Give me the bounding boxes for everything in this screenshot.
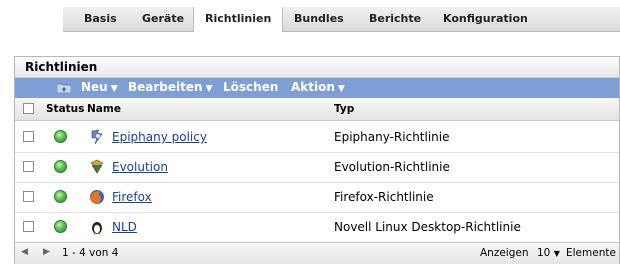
edit-button[interactable]: Bearbeiten ▼ [128, 80, 212, 94]
row-checkbox[interactable] [23, 161, 34, 172]
show-label: Anzeigen [480, 247, 529, 259]
column-type[interactable]: Typ [334, 103, 354, 115]
previous-page-icon[interactable]: ◀ [19, 247, 30, 258]
tab-bundles[interactable]: Bundles [283, 7, 355, 31]
policy-type: Novell Linux Desktop-Richtlinie [334, 220, 521, 234]
policy-type: Epiphany-Richtlinie [334, 130, 450, 144]
policy-name-link[interactable]: Evolution [112, 160, 168, 174]
new-button[interactable]: Neu ▼ [81, 80, 118, 94]
penguin-icon [92, 222, 102, 235]
policy-name-link[interactable]: Epiphany policy [112, 130, 207, 144]
page-size-value: 10 [537, 247, 551, 259]
policy-name-link[interactable]: Firefox [112, 190, 152, 204]
action-button[interactable]: Aktion ▼ [291, 80, 345, 94]
delete-button[interactable]: Löschen [223, 80, 278, 94]
items-unit-label: Elemente [566, 247, 616, 259]
table-row[interactable]: NLD Novell Linux Desktop-Richtlinie [15, 212, 619, 243]
chevron-down-icon: ▼ [553, 249, 560, 258]
next-page-icon[interactable]: ▶ [41, 247, 52, 258]
status-ok-icon [54, 130, 67, 143]
folder-up-icon[interactable] [57, 82, 71, 93]
table-row[interactable]: Firefox Firefox-Richtlinie [15, 182, 619, 213]
action-button-label: Aktion [291, 80, 335, 94]
new-button-label: Neu [81, 80, 108, 94]
panel-title: Richtlinien [25, 60, 98, 74]
select-all-checkbox[interactable] [23, 103, 34, 114]
status-ok-icon [54, 160, 67, 173]
column-name[interactable]: Name [87, 103, 121, 115]
status-ok-icon [54, 190, 67, 203]
column-status[interactable]: Status [46, 103, 84, 115]
panel-header: Richtlinien [15, 57, 619, 78]
chevron-down-icon: ▼ [337, 84, 345, 94]
chevron-down-icon: ▼ [110, 84, 118, 94]
row-checkbox[interactable] [23, 221, 34, 232]
main-tab-bar: Basis Geräte Richtlinien Bundles Bericht… [63, 7, 620, 32]
policy-type: Firefox-Richtlinie [334, 190, 434, 204]
edit-button-label: Bearbeiten [128, 80, 203, 94]
toolbar: Neu ▼ Bearbeiten ▼ Löschen Aktion ▼ [15, 78, 619, 98]
item-range: 1 - 4 von 4 [62, 247, 119, 259]
table-header: Status Name Typ [15, 98, 619, 121]
tab-basis[interactable]: Basis [73, 7, 128, 31]
epiphany-icon [91, 129, 103, 145]
tab-konfiguration[interactable]: Konfiguration [432, 7, 539, 31]
policy-type: Evolution-Richtlinie [334, 160, 450, 174]
row-checkbox[interactable] [23, 131, 34, 142]
page-size-select[interactable]: 10 ▼ [537, 247, 560, 259]
tab-geraete[interactable]: Geräte [131, 7, 195, 31]
policies-panel: Richtlinien Neu ▼ Bearbeiten ▼ Löschen Akt… [14, 56, 620, 264]
chevron-down-icon: ▼ [205, 84, 213, 94]
tab-berichte[interactable]: Berichte [358, 7, 432, 31]
row-checkbox[interactable] [23, 191, 34, 202]
tab-richtlinien[interactable]: Richtlinien [193, 7, 284, 32]
evolution-icon [90, 159, 104, 174]
status-ok-icon [54, 220, 67, 233]
table-row[interactable]: Evolution Evolution-Richtlinie [15, 152, 619, 183]
firefox-icon [90, 190, 104, 204]
pagination-bar: ◀ ▶ 1 - 4 von 4 Anzeigen 10 ▼ Elemente [15, 242, 619, 264]
policy-name-link[interactable]: NLD [112, 220, 137, 234]
table-row[interactable]: Epiphany policy Epiphany-Richtlinie [15, 122, 619, 153]
